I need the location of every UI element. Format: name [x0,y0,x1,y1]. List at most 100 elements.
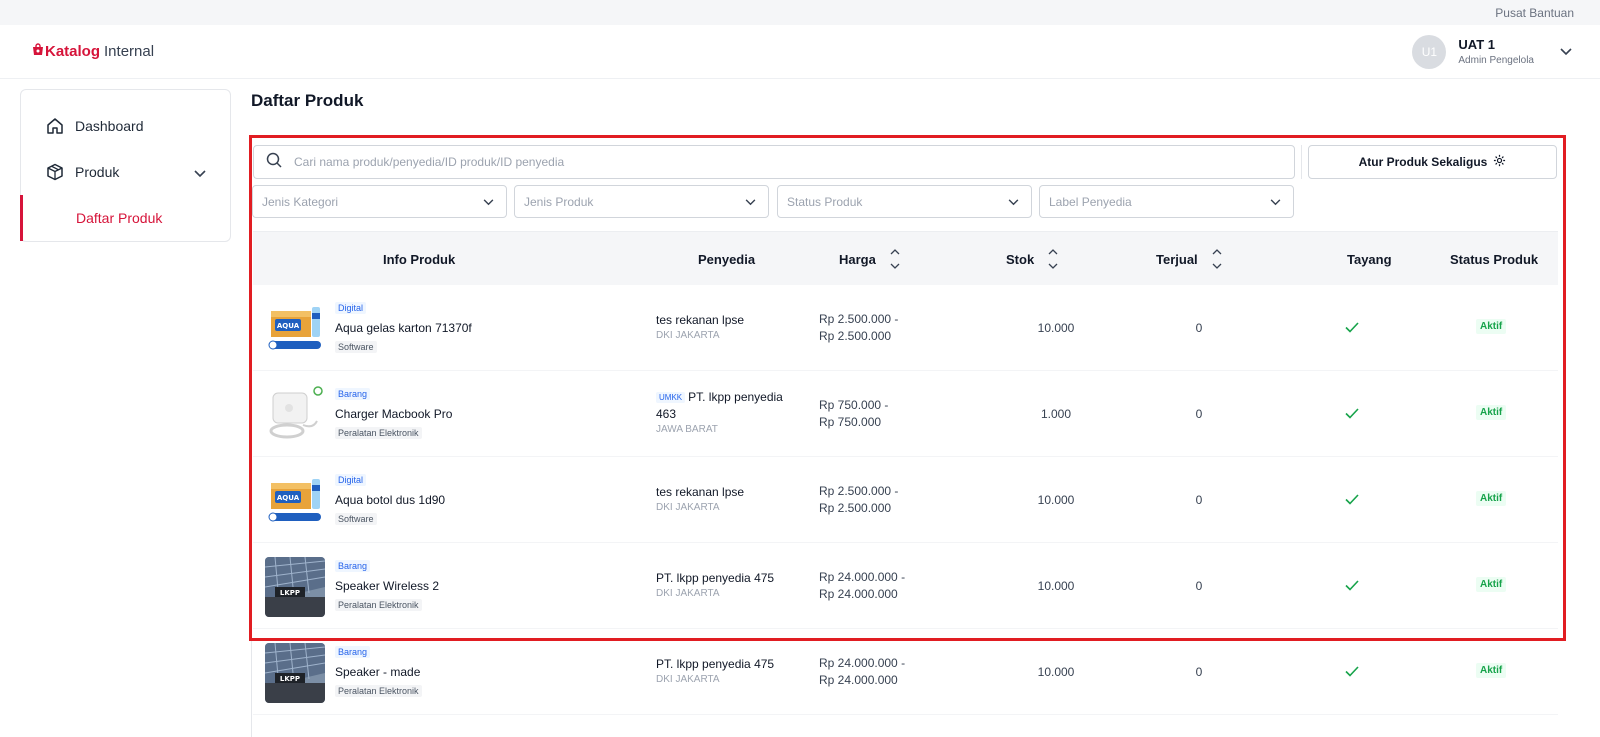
logo-name: Katalog [45,43,101,60]
sidebar-item-dashboard[interactable]: Dashboard [21,103,230,149]
price-max: Rp 2.500.000 [819,329,892,343]
sort-icon[interactable] [890,248,900,270]
product-thumbnail[interactable]: AQUA [265,471,325,531]
sidebar: Dashboard Produk Daftar Produk [20,89,231,242]
product-image-icon: AQUA [265,471,325,531]
sidebar-item-daftar-produk[interactable]: Daftar Produk [20,195,230,241]
svg-text:LKPP: LKPP [280,675,300,683]
table-row[interactable]: AQUA Digital Aqua botol dus 1d90 Softwar… [253,457,1558,543]
sold-value: 0 [1195,579,1203,593]
header-tayang: Tayang [1347,251,1392,267]
vendor-region: JAWA BARAT [656,424,718,435]
check-icon [1345,492,1359,510]
status-badge: Aktif [1476,405,1507,420]
price-max: Rp 2.500.000 [819,501,892,515]
status-badge: Aktif [1476,577,1507,592]
logo[interactable]: Katalog Internal [32,43,154,60]
chevron-down-icon[interactable] [1560,43,1572,61]
header-harga[interactable]: Harga [839,232,900,286]
table-row[interactable]: LKPP Barang Speaker Wireless 2 Peralatan… [253,543,1558,629]
svg-text:AQUA: AQUA [277,322,300,330]
product-thumbnail[interactable] [265,385,325,445]
price-range: Rp 24.000.000 - Rp 24.000.000 [819,655,905,689]
svg-text:AQUA: AQUA [277,494,300,502]
price-min: Rp 2.500.000 - [819,312,899,326]
user-role: Admin Pengelola [1458,55,1534,66]
vendor-label: tes rekanan lpse [656,313,745,327]
chevron-down-icon[interactable] [194,165,206,181]
filter-placeholder: Jenis Produk [524,194,594,209]
user-menu[interactable]: U1 UAT 1 Admin Pengelola [1412,34,1572,69]
help-center-link[interactable]: Pusat Bantuan [1495,6,1574,20]
vendor-name[interactable]: tes rekanan lpse [656,484,801,501]
product-image-icon: AQUA [265,299,325,359]
status-badge: Aktif [1476,663,1507,678]
user-name: UAT 1 [1458,37,1495,52]
sold-value: 0 [1195,493,1203,507]
gear-icon [1493,154,1506,170]
content-border [251,641,252,737]
product-thumbnail[interactable]: AQUA [265,299,325,359]
sidebar-item-label: Produk [75,164,120,180]
vendor-name[interactable]: PT. lkpp penyedia 475 [656,656,801,673]
header-terjual[interactable]: Terjual [1156,232,1222,286]
sort-icon[interactable] [1212,248,1222,270]
price-min: Rp 2.500.000 - [819,484,899,498]
status-badge: Aktif [1476,319,1507,334]
logo-suffix: Internal [104,43,155,60]
bulk-manage-button[interactable]: Atur Produk Sekaligus [1308,145,1557,179]
product-name[interactable]: Charger Macbook Pro [335,407,452,421]
stock-value: 10.000 [1037,321,1075,335]
chevron-down-icon [483,195,494,209]
stock-value: 1.000 [1040,407,1072,421]
product-name[interactable]: Speaker - made [335,665,420,679]
vendor-label: tes rekanan lpse [656,485,745,499]
filter-jenis-produk[interactable]: Jenis Produk [514,185,769,218]
product-name[interactable]: Speaker Wireless 2 [335,579,439,593]
box-icon [45,162,65,182]
product-type-badge: Digital [335,302,367,314]
product-thumbnail[interactable]: LKPP [265,643,325,703]
filter-placeholder: Status Produk [787,194,863,209]
vendor-label: PT. lkpp penyedia 475 [656,657,775,671]
vendor-name[interactable]: tes rekanan lpse [656,312,801,329]
check-icon [1345,320,1359,338]
price-min: Rp 24.000.000 - [819,570,906,584]
price-max: Rp 24.000.000 [819,673,898,687]
chevron-down-icon [1008,195,1019,209]
search-input[interactable] [294,155,1194,169]
check-icon [1345,406,1359,424]
product-category-badge: Peralatan Elektronik [335,427,422,439]
product-image-icon: LKPP [265,643,325,703]
product-type-badge: Barang [335,560,371,572]
header-label: Harga [839,251,876,267]
price-range: Rp 2.500.000 - Rp 2.500.000 [819,311,898,345]
status-badge: Aktif [1476,491,1507,506]
check-icon [1345,664,1359,682]
filter-status-produk[interactable]: Status Produk [777,185,1032,218]
vendor-name[interactable]: UMKK PT. lkpp penyedia 463 [656,389,801,423]
header-label: Stok [1006,251,1035,267]
product-thumbnail[interactable]: LKPP [265,557,325,617]
table-row[interactable]: LKPP Barang Speaker - made Peralatan Ele… [253,629,1558,715]
sidebar-item-produk[interactable]: Produk [21,149,230,195]
table-row[interactable]: AQUA Digital Aqua gelas karton 71370f So… [253,285,1558,371]
sold-value: 0 [1195,665,1203,679]
product-name[interactable]: Aqua gelas karton 71370f [335,321,472,335]
svg-text:LKPP: LKPP [280,589,300,597]
header-label: Terjual [1156,251,1198,267]
table-body: AQUA Digital Aqua gelas karton 71370f So… [253,285,1558,715]
product-image-icon: LKPP [265,557,325,617]
header-stok[interactable]: Stok [1006,232,1058,286]
vendor-name[interactable]: PT. lkpp penyedia 475 [656,570,801,587]
check-icon [1345,578,1359,596]
sort-icon[interactable] [1048,248,1058,270]
header: Katalog Internal U1 UAT 1 Admin Pengelol… [0,25,1600,79]
table-row[interactable]: Barang Charger Macbook Pro Peralatan Ele… [253,371,1558,457]
stock-value: 10.000 [1037,493,1075,507]
filter-jenis-kategori[interactable]: Jenis Kategori [252,185,507,218]
umkk-badge: UMKK [656,392,686,404]
top-bar: Pusat Bantuan [0,0,1600,25]
product-name[interactable]: Aqua botol dus 1d90 [335,493,445,507]
filter-label-penyedia[interactable]: Label Penyedia [1039,185,1294,218]
